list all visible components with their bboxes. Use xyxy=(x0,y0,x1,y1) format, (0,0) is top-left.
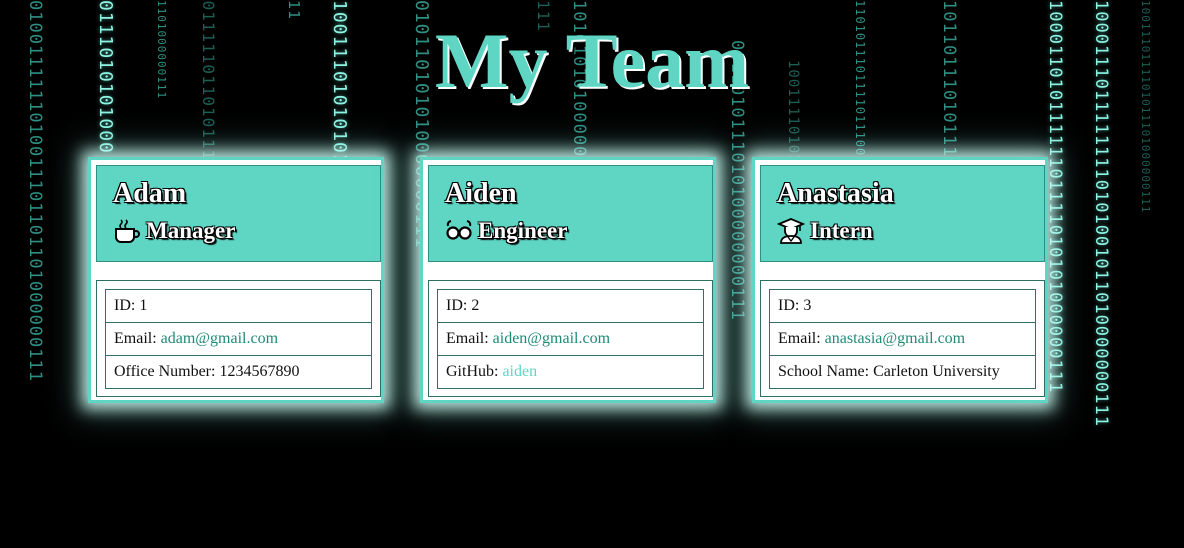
github-label: GitHub: xyxy=(446,363,503,380)
card-header: Anastasia Intern xyxy=(760,165,1045,262)
email-label: Email: xyxy=(446,330,493,347)
employee-role: Engineer xyxy=(445,218,696,244)
card-body: ID: 1 Email: adam@gmail.com Office Numbe… xyxy=(96,280,381,397)
info-list: ID: 3 Email: anastasia@gmail.com School … xyxy=(769,289,1036,389)
role-label: Intern xyxy=(810,218,873,243)
id-item: ID: 2 xyxy=(438,290,703,323)
graduate-icon xyxy=(777,218,805,244)
glasses-icon xyxy=(445,218,473,244)
office-number-item: Office Number: 1234567890 xyxy=(106,356,371,388)
role-label: Engineer xyxy=(478,218,568,243)
github-link[interactable]: aiden xyxy=(502,363,537,380)
email-item: Email: adam@gmail.com xyxy=(106,323,371,356)
page-background: 0100111111010011101101101000000111 01110… xyxy=(0,0,1184,548)
card-body: ID: 3 Email: anastasia@gmail.com School … xyxy=(760,280,1045,397)
email-label: Email: xyxy=(114,330,161,347)
employee-role: Manager xyxy=(113,218,364,244)
email-link[interactable]: adam@gmail.com xyxy=(161,330,278,347)
email-label: Email: xyxy=(778,330,825,347)
office-number-label: Office Number: xyxy=(114,363,220,380)
employee-card-engineer: Aiden Engineer ID: 2 Email: aiden@gmail. xyxy=(420,157,716,403)
card-header: Adam Manager xyxy=(96,165,381,262)
office-number-value: 1234567890 xyxy=(219,363,300,380)
info-list: ID: 1 Email: adam@gmail.com Office Numbe… xyxy=(105,289,372,389)
card-body: ID: 2 Email: aiden@gmail.com GitHub: aid… xyxy=(428,280,713,397)
id-item: ID: 3 xyxy=(770,290,1035,323)
employee-name: Anastasia xyxy=(777,178,894,209)
school-item: School Name: Carleton University xyxy=(770,356,1035,388)
card-header: Aiden Engineer xyxy=(428,165,713,262)
role-label: Manager xyxy=(146,218,236,243)
email-link[interactable]: anastasia@gmail.com xyxy=(825,330,965,347)
employee-name: Aiden xyxy=(445,178,517,209)
school-label: School Name: xyxy=(778,363,874,380)
page-title: My Team xyxy=(434,17,750,104)
employee-card-manager: Adam Manager ID: 1 Email: adam@gmail.com… xyxy=(88,157,384,403)
employee-card-intern: Anastasia Intern ID: 3 Email: anastasia@ xyxy=(752,157,1048,403)
coffee-mug-icon xyxy=(113,218,141,244)
school-value: Carleton University xyxy=(873,363,1000,380)
employee-name: Adam xyxy=(113,178,187,209)
email-item: Email: anastasia@gmail.com xyxy=(770,323,1035,356)
info-list: ID: 2 Email: aiden@gmail.com GitHub: aid… xyxy=(437,289,704,389)
id-item: ID: 1 xyxy=(106,290,371,323)
email-link[interactable]: aiden@gmail.com xyxy=(493,330,610,347)
employee-role: Intern xyxy=(777,218,1028,244)
github-item: GitHub: aiden xyxy=(438,356,703,388)
email-item: Email: aiden@gmail.com xyxy=(438,323,703,356)
